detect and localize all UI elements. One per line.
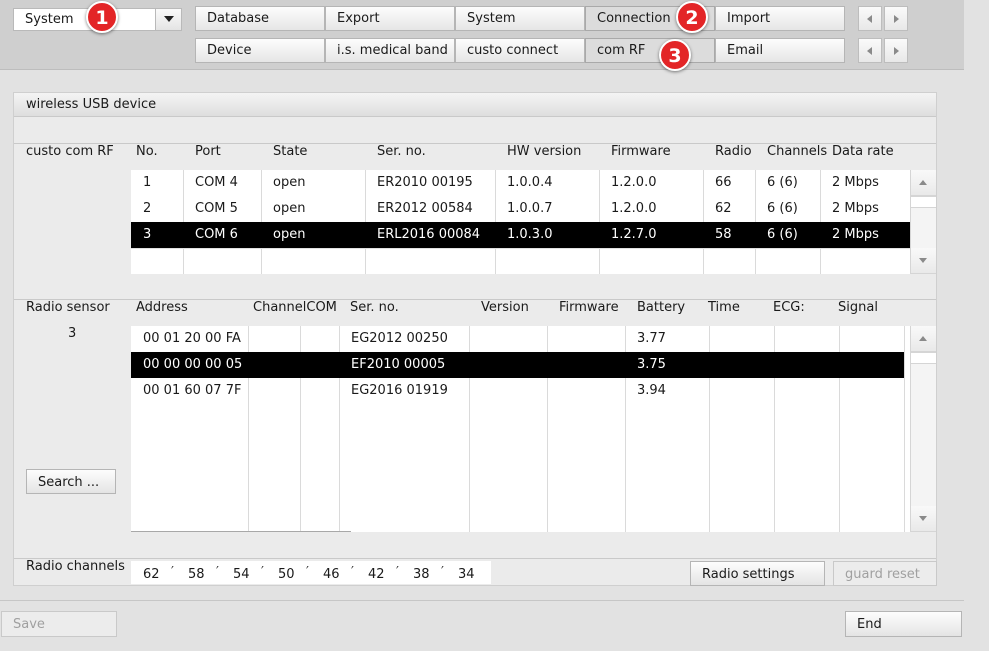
save-button[interactable]: Save bbox=[1, 611, 117, 637]
scroll-down-icon[interactable] bbox=[911, 248, 936, 274]
tab-import[interactable]: Import bbox=[715, 6, 845, 31]
scroll-up-icon[interactable] bbox=[911, 170, 936, 196]
chevron-down-icon[interactable] bbox=[155, 9, 181, 30]
end-button[interactable]: End bbox=[845, 611, 962, 637]
sensor-row[interactable]: 00 01 20 00 FA EG2012 00250 3.77 bbox=[131, 326, 904, 352]
sensor-row-selected[interactable]: 00 00 00 00 05 EF2010 00005 3.75 bbox=[131, 352, 904, 378]
sensor-count: 3 bbox=[68, 326, 77, 341]
sensor-col-time: Time bbox=[708, 300, 740, 315]
sensor-col-signal: Signal bbox=[838, 300, 878, 315]
device-col-port: Port bbox=[195, 144, 221, 159]
sensor-col-serial: Ser. no. bbox=[350, 300, 399, 315]
annotation-badge-1: 1 bbox=[86, 1, 118, 33]
tab-com-rf[interactable]: com RF bbox=[585, 38, 715, 63]
device-col-radio: Radio bbox=[715, 144, 752, 159]
device-row-selected[interactable]: 3 COM 6 open ERL2016 00084 1.0.3.0 1.2.7… bbox=[131, 222, 910, 248]
device-col-state: State bbox=[273, 144, 308, 159]
tab-row2-scroll-right-icon[interactable] bbox=[884, 38, 908, 63]
scroll-up-icon[interactable] bbox=[911, 326, 936, 352]
sensor-col-address: Address bbox=[136, 300, 188, 315]
module-select-value: System bbox=[25, 12, 74, 27]
tab-export[interactable]: Export bbox=[325, 6, 455, 31]
device-col-channels: Channels bbox=[767, 144, 828, 159]
search-button[interactable]: Search ... bbox=[26, 469, 116, 494]
tab-custo-connect[interactable]: custo connect bbox=[455, 38, 585, 63]
device-col-no: No. bbox=[136, 144, 158, 159]
radio-settings-button[interactable]: Radio settings bbox=[690, 561, 825, 586]
channels-label: Radio channels bbox=[26, 559, 125, 574]
sensor-row[interactable]: 00 01 60 07 7F EG2016 01919 3.94 bbox=[131, 378, 904, 404]
tab-device[interactable]: Device bbox=[195, 38, 325, 63]
sensor-col-ecg: ECG: bbox=[773, 300, 805, 315]
sensor-col-firmware: Firmware bbox=[559, 300, 619, 315]
tab-system[interactable]: System bbox=[455, 6, 585, 31]
tab-database[interactable]: Database bbox=[195, 6, 325, 31]
scroll-thumb[interactable] bbox=[911, 196, 936, 208]
sensor-col-version: Version bbox=[481, 300, 529, 315]
tab-email[interactable]: Email bbox=[715, 38, 845, 63]
sensor-section-label: Radio sensor bbox=[26, 300, 110, 315]
top-toolbar: System Database Export System Connection… bbox=[0, 0, 964, 71]
tab-scroll-left-icon[interactable] bbox=[858, 6, 882, 31]
sensor-table: 00 01 20 00 FA EG2012 00250 3.77 00 00 0… bbox=[131, 326, 910, 532]
tab-row2-scroll-left-icon[interactable] bbox=[858, 38, 882, 63]
scroll-down-icon[interactable] bbox=[911, 506, 936, 532]
sensor-col-battery: Battery bbox=[637, 300, 686, 315]
tab-medical-band[interactable]: i.s. medical band bbox=[325, 38, 455, 63]
panel-title: wireless USB device bbox=[14, 93, 936, 117]
device-col-data-rate: Data rate bbox=[832, 144, 894, 159]
device-table: 1 COM 4 open ER2010 00195 1.0.0.4 1.2.0.… bbox=[131, 170, 910, 274]
annotation-badge-2: 2 bbox=[676, 1, 708, 33]
sensor-col-channel-com: ChannelCOM bbox=[253, 300, 337, 315]
sensor-table-scrollbar[interactable] bbox=[910, 326, 936, 532]
annotation-badge-3: 3 bbox=[659, 39, 691, 71]
device-col-hw-version: HW version bbox=[507, 144, 582, 159]
guard-reset-button[interactable]: guard reset bbox=[833, 561, 937, 586]
tab-scroll-right-icon[interactable] bbox=[884, 6, 908, 31]
device-table-scrollbar[interactable] bbox=[910, 170, 936, 274]
radio-channels-field[interactable]: 62 ′ 58 ′ 54 ′ 50 ′ 46 ′ 42 ′ 38 ′ 34 bbox=[131, 561, 491, 584]
wireless-usb-panel: wireless USB device custo com RF No. Por… bbox=[13, 92, 937, 586]
device-col-firmware: Firmware bbox=[611, 144, 671, 159]
device-col-serial: Ser. no. bbox=[377, 144, 426, 159]
device-section-label: custo com RF bbox=[26, 144, 114, 159]
device-row[interactable]: 2 COM 5 open ER2012 00584 1.0.0.7 1.2.0.… bbox=[131, 196, 910, 222]
scroll-thumb[interactable] bbox=[911, 352, 936, 364]
device-row[interactable]: 1 COM 4 open ER2010 00195 1.0.0.4 1.2.0.… bbox=[131, 170, 910, 196]
